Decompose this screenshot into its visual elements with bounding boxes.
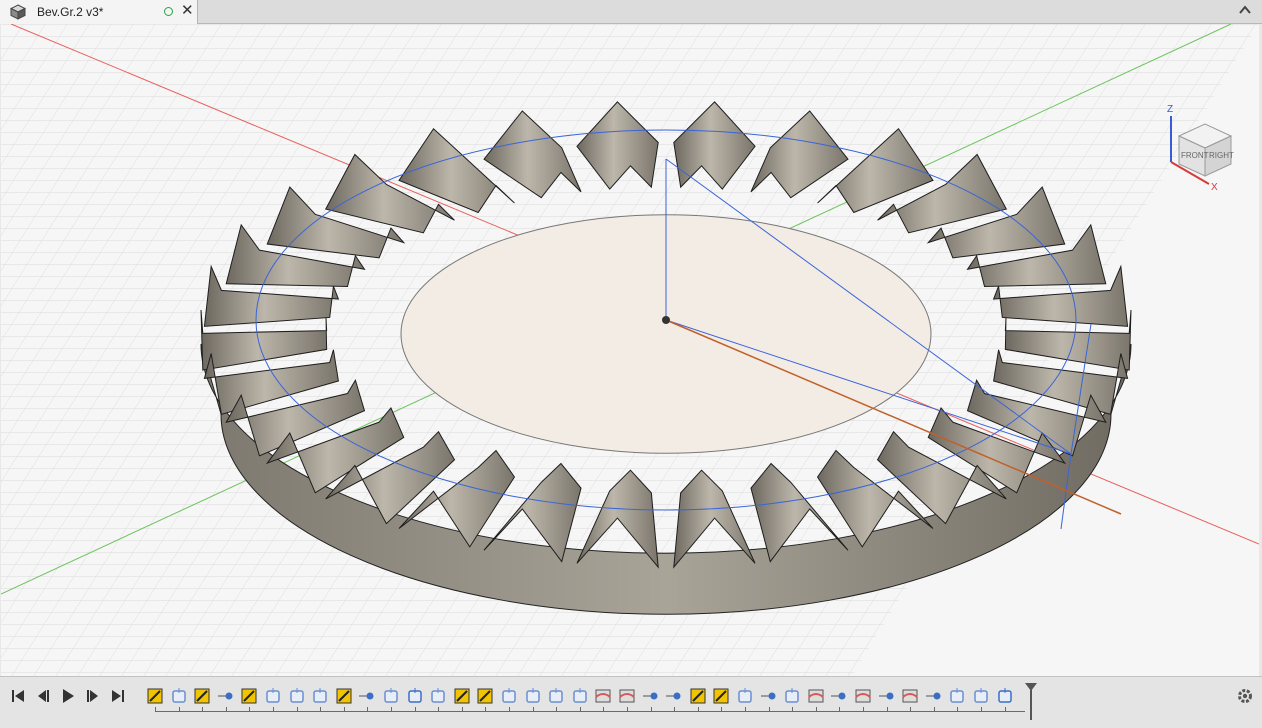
timeline-tick (178, 707, 180, 712)
timeline-tick (343, 707, 345, 712)
timeline-tick (367, 707, 369, 712)
skip-to-end-icon[interactable] (110, 688, 126, 704)
timeline-tick (603, 707, 605, 712)
timeline-tick (320, 707, 322, 712)
viewcube-right[interactable]: RIGHT (1209, 151, 1234, 160)
timeline-feature-point-icon[interactable] (358, 687, 376, 705)
timeline-tick (414, 707, 416, 712)
timeline-tick (792, 707, 794, 712)
chevron-up-icon[interactable] (1238, 3, 1252, 22)
axis-x-label: X (1211, 182, 1218, 192)
timeline-feature-move-icon[interactable] (996, 687, 1014, 705)
close-tab-button[interactable]: ✕ (181, 2, 194, 20)
step-forward-icon[interactable] (85, 688, 101, 704)
viewcube-front[interactable]: FRONT (1181, 151, 1209, 160)
timeline-tick (721, 707, 723, 712)
timeline-feature-loft-icon[interactable] (618, 687, 636, 705)
timeline-tick (249, 707, 251, 712)
timeline-feature-combine-icon[interactable] (429, 687, 447, 705)
play-icon[interactable] (60, 688, 76, 704)
timeline-feature-point-icon[interactable] (217, 687, 235, 705)
timeline-tick (957, 707, 959, 712)
timeline-tick (886, 707, 888, 712)
timeline-feature-loft-icon[interactable] (901, 687, 919, 705)
timeline-feature-shell-icon[interactable] (736, 687, 754, 705)
timeline-tick (155, 707, 156, 712)
timeline-tick (1004, 707, 1006, 712)
timeline-tick (509, 707, 510, 712)
timeline-feature-sketch-icon[interactable] (689, 687, 707, 705)
timeline-tick (839, 707, 841, 712)
timeline-feature-move-icon[interactable] (406, 687, 424, 705)
timeline-feature-point-icon[interactable] (878, 687, 896, 705)
gear-icon[interactable] (1236, 687, 1254, 710)
axis-z-label: Z (1167, 104, 1173, 115)
timeline-feature-sketch-icon[interactable] (335, 687, 353, 705)
timeline-feature-shell-icon[interactable] (500, 687, 518, 705)
saved-status-circle-icon (164, 7, 173, 16)
timeline-feature-sketch-icon[interactable] (712, 687, 730, 705)
timeline-track (155, 711, 1025, 712)
timeline-feature-revolve-icon[interactable] (264, 687, 282, 705)
timeline-feature-sketch-icon[interactable] (453, 687, 471, 705)
timeline-feature-point-icon[interactable] (665, 687, 683, 705)
viewcube[interactable]: FRONT RIGHT Z X (1161, 102, 1241, 193)
timeline-feature-combine-icon[interactable] (948, 687, 966, 705)
timeline-feature-sketch-icon[interactable] (476, 687, 494, 705)
document-tab-bar: Bev.Gr.2 v3* ✕ (0, 0, 1262, 24)
step-back-icon[interactable] (35, 688, 51, 704)
timeline-tick (273, 707, 274, 712)
timeline-tick (532, 707, 534, 712)
timeline-feature-sweep-icon[interactable] (524, 687, 542, 705)
timeline-tick (485, 707, 487, 712)
timeline-tick (556, 707, 558, 712)
canvas-viewport[interactable]: FRONT RIGHT Z X (1, 24, 1259, 676)
timeline-tick (697, 707, 699, 712)
timeline-tick (768, 707, 770, 712)
timeline-feature-point-icon[interactable] (642, 687, 660, 705)
skip-to-start-icon[interactable] (10, 688, 26, 704)
timeline-tick (461, 707, 463, 712)
box-icon (9, 4, 27, 25)
timeline-tick (745, 707, 746, 712)
timeline-tick (674, 707, 676, 712)
timeline-tick (981, 707, 982, 712)
timeline-tick (202, 707, 204, 712)
document-title: Bev.Gr.2 v3* (37, 5, 104, 19)
document-tab[interactable]: Bev.Gr.2 v3* ✕ (0, 0, 198, 24)
timeline-tick (391, 707, 392, 712)
timeline-feature-point-icon[interactable] (760, 687, 778, 705)
timeline-feature-shell-icon[interactable] (382, 687, 400, 705)
timeline-tick (225, 707, 227, 712)
timeline-feature-loft-icon[interactable] (807, 687, 825, 705)
timeline-feature-extrude-icon[interactable] (170, 687, 188, 705)
timeline-feature-revolve-icon[interactable] (288, 687, 306, 705)
timeline-tick (579, 707, 581, 712)
timeline-tick (650, 707, 652, 712)
timeline-tick (815, 707, 817, 712)
timeline-tick (627, 707, 628, 712)
origin-point[interactable] (662, 316, 670, 324)
timeline-feature-extrude-icon[interactable] (311, 687, 329, 705)
timeline-feature-extrude-icon[interactable] (547, 687, 565, 705)
timeline-feature-sketch-icon[interactable] (193, 687, 211, 705)
timeline-feature-sketch-icon[interactable] (240, 687, 258, 705)
timeline-feature-loft-icon[interactable] (594, 687, 612, 705)
timeline-feature-loft-icon[interactable] (854, 687, 872, 705)
timeline-tick (438, 707, 440, 712)
timeline-tick (933, 707, 935, 712)
timeline-feature-point-icon[interactable] (925, 687, 943, 705)
timeline-feature-sketch-icon[interactable] (146, 687, 164, 705)
model-canvas[interactable] (1, 24, 1259, 676)
timeline-feature-point-icon[interactable] (830, 687, 848, 705)
timeline-marker[interactable] (1024, 682, 1038, 720)
timeline-tick (863, 707, 864, 712)
timeline-tick (296, 707, 298, 712)
timeline-tick (910, 707, 912, 712)
timeline-feature-extrude-icon[interactable] (571, 687, 589, 705)
timeline-feature-extrude-icon[interactable] (783, 687, 801, 705)
timeline-feature-sweep-icon[interactable] (972, 687, 990, 705)
timeline-bar (0, 676, 1262, 728)
